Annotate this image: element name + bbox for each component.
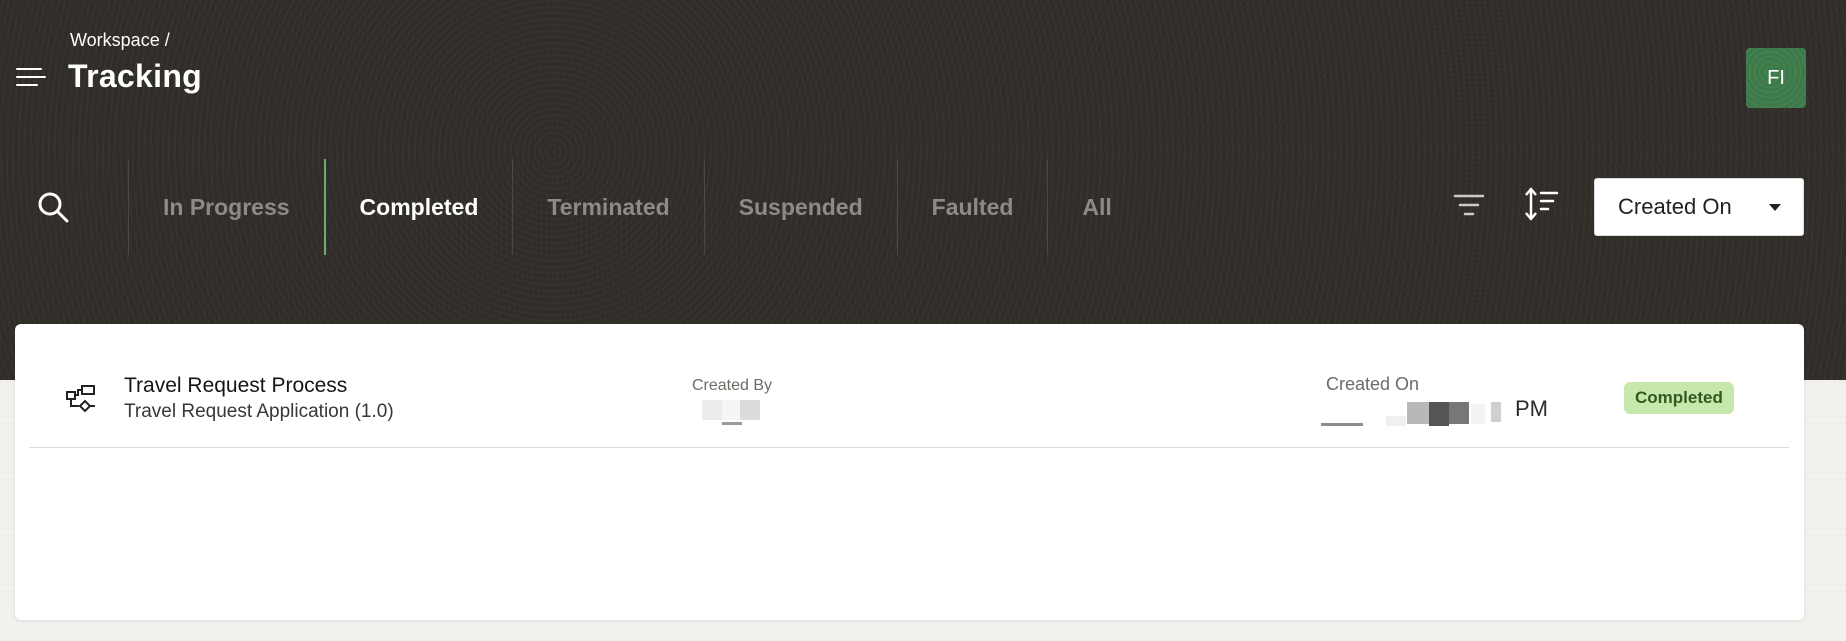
caret-down-icon [1769, 204, 1781, 211]
sort-by-value: Created On [1618, 194, 1732, 219]
filter-icon[interactable] [1452, 192, 1486, 220]
page-title: Tracking [68, 58, 203, 94]
process-application: Travel Request Application (1.0) [124, 401, 394, 422]
status-tabs: In Progress Completed Terminated Suspend… [128, 159, 1146, 255]
results-card: Travel Request Process Travel Request Ap… [15, 324, 1804, 620]
tab-suspended[interactable]: Suspended [703, 159, 897, 255]
tab-completed[interactable]: Completed [323, 159, 513, 255]
created-on-suffix: PM [1515, 396, 1548, 421]
process-flow-icon [65, 384, 97, 416]
created-on-label: Created On [1326, 374, 1420, 394]
created-by-redacted [702, 400, 764, 426]
avatar-initials: FI [1767, 66, 1785, 89]
hamburger-menu-icon[interactable] [14, 66, 48, 90]
status-badge: Completed [1624, 382, 1734, 414]
user-avatar[interactable]: FI [1746, 48, 1806, 108]
sort-icon[interactable] [1523, 186, 1559, 222]
created-by-label: Created By [692, 377, 773, 394]
tab-all[interactable]: All [1047, 159, 1145, 255]
sort-by-select[interactable]: Created On [1594, 178, 1804, 236]
breadcrumb[interactable]: Workspace / [70, 30, 170, 51]
tab-in-progress[interactable]: In Progress [128, 159, 324, 255]
tab-terminated[interactable]: Terminated [512, 159, 703, 255]
search-icon[interactable] [36, 190, 70, 224]
process-title: Travel Request Process [124, 374, 348, 397]
tab-faulted[interactable]: Faulted [896, 159, 1048, 255]
list-item[interactable]: Travel Request Process Travel Request Ap… [29, 324, 1789, 448]
created-on-redacted [1321, 396, 1521, 426]
